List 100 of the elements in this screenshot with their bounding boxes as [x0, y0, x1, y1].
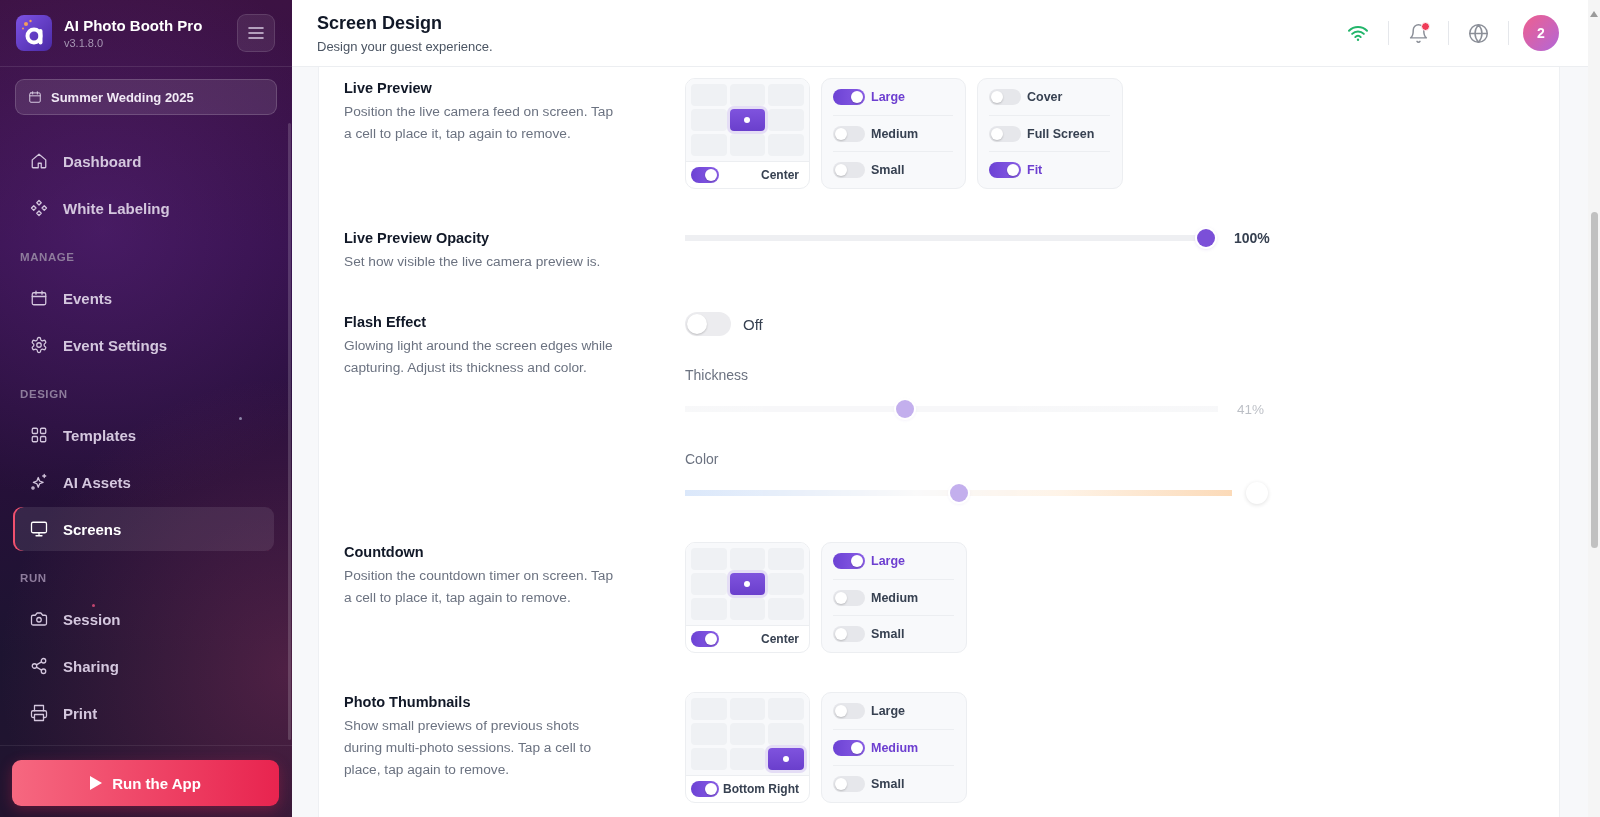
- grid-cell[interactable]: [768, 723, 804, 745]
- slider-thumb[interactable]: [896, 400, 915, 418]
- grid-cell[interactable]: [729, 573, 766, 595]
- nav-item[interactable]: Event Settings: [13, 323, 274, 367]
- event-selector[interactable]: Summer Wedding 2025: [15, 79, 277, 115]
- particle-dot-icon: [92, 604, 95, 607]
- toggle-switch[interactable]: [691, 631, 719, 647]
- option-label: Full Screen: [1027, 126, 1095, 141]
- grid-cell[interactable]: [691, 573, 727, 595]
- setting-description: Glowing light around the screen edges while capturing. Adjust its thickness and color.: [344, 337, 614, 377]
- option-label: Small: [871, 163, 905, 178]
- grid-icon: [30, 426, 48, 444]
- position-label: Center: [761, 168, 799, 182]
- setting-description: Position the countdown timer on screen. Tap a cell to place it, tap again to remove.: [344, 567, 615, 607]
- setting-title: Countdown: [344, 543, 425, 562]
- grid-cell[interactable]: [729, 598, 766, 620]
- run-app-button[interactable]: Run the App: [12, 760, 279, 806]
- grid-cell[interactable]: [768, 573, 804, 595]
- setting-title: Live Preview: [344, 79, 433, 98]
- toggle-switch[interactable]: [989, 88, 1021, 105]
- nav-section-heading: MANAGE: [20, 250, 76, 264]
- position-dot-icon: [783, 756, 790, 762]
- nav-item[interactable]: AI Assets: [13, 460, 274, 504]
- grid-cell[interactable]: [768, 748, 804, 770]
- position-dot-icon: [744, 581, 751, 587]
- grid-cell[interactable]: [729, 748, 766, 770]
- option-label: Cover: [1027, 89, 1063, 104]
- scroll-up-icon[interactable]: [1590, 11, 1598, 17]
- toggle-switch[interactable]: [833, 162, 865, 179]
- home-icon: [30, 152, 48, 170]
- slider-label: Color: [685, 450, 719, 469]
- monitor-icon: [30, 520, 48, 538]
- toggle-switch[interactable]: [691, 167, 719, 183]
- calendar-icon: [28, 90, 42, 104]
- slider-thumb[interactable]: [949, 484, 968, 502]
- nav-item[interactable]: Dashboard: [13, 139, 274, 183]
- nav-item[interactable]: Sharing: [13, 644, 274, 688]
- grid-cell[interactable]: [768, 109, 804, 131]
- toggle-switch[interactable]: [989, 125, 1021, 142]
- grid-cell[interactable]: [729, 548, 766, 570]
- menu-button[interactable]: [237, 14, 275, 52]
- toggle-switch[interactable]: [691, 781, 719, 797]
- calendar-icon: [30, 289, 48, 307]
- settings-icon: [30, 336, 48, 354]
- option-label: Large: [871, 89, 906, 104]
- option-label: Medium: [871, 740, 919, 755]
- position-label: Bottom Right: [723, 782, 799, 796]
- nav-item[interactable]: Print: [13, 691, 274, 735]
- scrollbar-thumb[interactable]: [1590, 212, 1598, 548]
- grid-cell[interactable]: [729, 84, 766, 106]
- toggle-switch[interactable]: [833, 702, 865, 719]
- toggle-switch[interactable]: [833, 739, 865, 756]
- position-dot-icon: [744, 117, 751, 123]
- option-label: Large: [871, 703, 906, 718]
- toggle-switch[interactable]: [989, 162, 1021, 179]
- position-label: Center: [761, 632, 799, 646]
- sidebar-scrollbar-thumb[interactable]: [288, 123, 291, 740]
- app-name: AI Photo Booth Pro: [64, 16, 204, 35]
- toggle-switch[interactable]: [833, 552, 865, 569]
- page-title: Screen Design: [317, 11, 444, 34]
- toggle-switch[interactable]: [833, 88, 865, 105]
- globe-icon[interactable]: [1468, 22, 1489, 44]
- slider-value: 41%: [1237, 401, 1265, 417]
- nav-section-heading: RUN: [20, 571, 48, 585]
- option-label: Small: [871, 627, 905, 642]
- toggle-switch[interactable]: [833, 125, 865, 142]
- particle-dot-icon: [239, 417, 242, 420]
- option-label: Medium: [871, 590, 919, 605]
- toggle-switch[interactable]: [685, 312, 731, 336]
- menu-icon: [248, 27, 264, 39]
- nav-item[interactable]: Session: [13, 597, 274, 641]
- setting-description: Position the live camera feed on screen. Tap a cell to place it, tap again to remove.: [344, 103, 615, 143]
- toggle-switch[interactable]: [833, 776, 865, 793]
- sparkle-icon: [30, 473, 48, 491]
- scrollbar-track[interactable]: [1588, 0, 1600, 817]
- bell-icon[interactable]: [1408, 22, 1429, 44]
- setting-title: Flash Effect: [344, 313, 428, 332]
- slider-thumb[interactable]: [1197, 229, 1215, 247]
- share-icon: [30, 657, 48, 675]
- nav-item[interactable]: Events: [13, 276, 274, 320]
- grid-cell[interactable]: [729, 109, 766, 131]
- setting-title: Photo Thumbnails: [344, 693, 472, 712]
- setting-title: Live Preview Opacity: [344, 229, 491, 248]
- toggle-switch[interactable]: [833, 626, 865, 643]
- setting-description: Show small previews of previous shots during multi-photo sessions. Tap a cell to place, tap again to remove.: [344, 717, 592, 779]
- option-label: Fit: [1027, 163, 1043, 178]
- diamonds-icon: [30, 199, 48, 217]
- option-label: Large: [871, 553, 906, 568]
- slider-value: 100%: [1234, 230, 1270, 246]
- play-icon: [90, 776, 103, 790]
- nav-item[interactable]: White Labeling: [13, 186, 274, 230]
- printer-icon: [30, 704, 48, 722]
- option-label: Medium: [871, 126, 919, 141]
- grid-cell[interactable]: [729, 134, 766, 156]
- nav-item[interactable]: Screens: [13, 507, 274, 551]
- logo-icon: [16, 15, 52, 51]
- setting-description: Set how visible the live camera preview is.: [344, 253, 602, 271]
- toggle-switch[interactable]: [833, 589, 865, 606]
- grid-cell[interactable]: [691, 109, 727, 131]
- nav-item[interactable]: Templates: [13, 413, 274, 457]
